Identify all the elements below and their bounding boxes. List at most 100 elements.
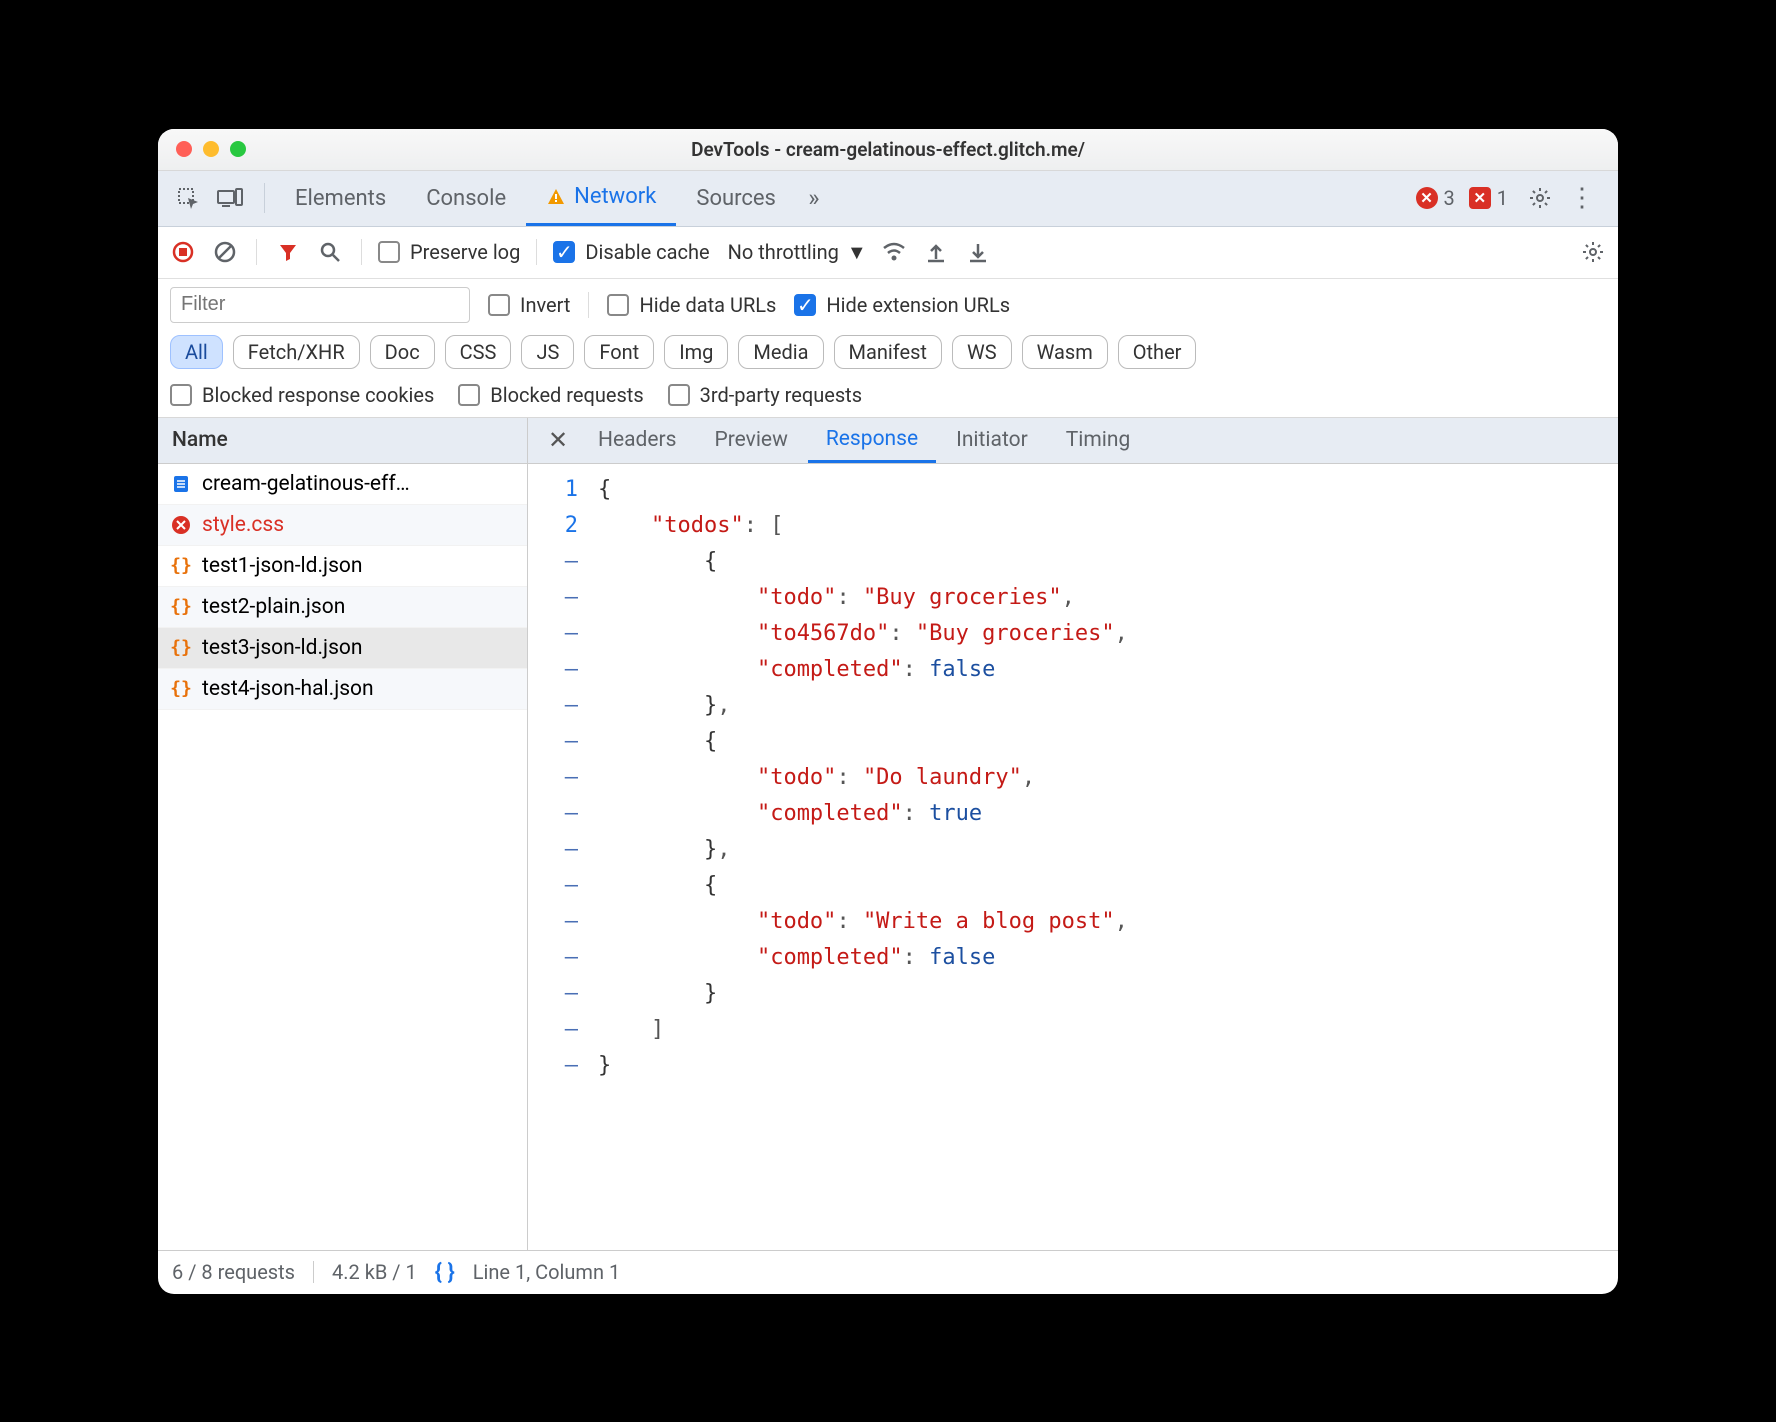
issue-icon: ✕ [1469,187,1491,209]
type-chip-img[interactable]: Img [664,335,728,369]
record-button[interactable] [168,241,198,263]
type-chip-all[interactable]: All [170,335,223,369]
tab-headers[interactable]: Headers [580,418,694,463]
blocked-requests-checkbox[interactable] [458,384,480,406]
window-close-button[interactable] [176,141,192,157]
close-detail-button[interactable]: ✕ [538,426,578,454]
traffic-lights [176,141,246,157]
hide-data-label: Hide data URLs [639,293,776,317]
disable-cache-option[interactable]: ✓ Disable cache [553,240,709,264]
invert-checkbox[interactable] [488,294,510,316]
issues-count: 1 [1497,186,1508,210]
network-conditions-icon[interactable] [879,242,909,262]
request-row[interactable]: style.css [158,505,527,546]
hide-ext-checkbox[interactable]: ✓ [794,294,816,316]
disable-cache-checkbox[interactable]: ✓ [553,241,575,263]
tab-elements-label: Elements [295,186,386,211]
divider [264,183,265,213]
download-har-icon[interactable] [963,241,993,263]
type-chip-js[interactable]: JS [521,335,574,369]
type-chip-media[interactable]: Media [738,335,823,369]
main-tabstrip: Elements Console Network Sources » ✕ 3 ✕… [158,171,1618,227]
filter-input[interactable] [170,287,470,323]
request-row[interactable]: {}test3-json-ld.json [158,628,527,669]
name-column-header[interactable]: Name [158,418,527,464]
preserve-log-label: Preserve log [410,240,520,264]
request-row[interactable]: {}test4-json-hal.json [158,669,527,710]
type-chip-css[interactable]: CSS [445,335,512,369]
settings-icon[interactable] [1522,180,1558,216]
type-chip-doc[interactable]: Doc [370,335,435,369]
tab-response[interactable]: Response [808,418,936,463]
errors-badge[interactable]: ✕ 3 [1416,186,1455,210]
window-maximize-button[interactable] [230,141,246,157]
blocked-cookies-option[interactable]: Blocked response cookies [170,383,434,407]
content-panes: Name cream-gelatinous-eff… style.css {}tes… [158,418,1618,1250]
type-chip-other[interactable]: Other [1118,335,1197,369]
pretty-print-icon[interactable]: { } [435,1260,455,1285]
preserve-log-checkbox[interactable] [378,241,400,263]
blocked-requests-option[interactable]: Blocked requests [458,383,643,407]
more-tabs-icon[interactable]: » [796,180,832,216]
inspect-icon[interactable] [170,180,206,216]
request-name: test2-plain.json [202,595,345,619]
tab-network[interactable]: Network [526,171,676,226]
status-requests: 6 / 8 requests [172,1260,295,1284]
hide-ext-label: Hide extension URLs [826,293,1010,317]
request-name: style.css [202,513,284,537]
warning-icon [546,187,566,207]
third-party-option[interactable]: 3rd-party requests [668,383,862,407]
preserve-log-option[interactable]: Preserve log [378,240,520,264]
tab-sources[interactable]: Sources [676,171,796,226]
blocked-cookies-checkbox[interactable] [170,384,192,406]
device-toggle-icon[interactable] [212,180,248,216]
type-chip-manifest[interactable]: Manifest [834,335,942,369]
blocked-requests-label: Blocked requests [490,383,643,407]
network-toolbar: Preserve log ✓ Disable cache No throttli… [158,227,1618,279]
tab-timing[interactable]: Timing [1048,418,1149,463]
hide-data-checkbox[interactable] [607,294,629,316]
tab-elements[interactable]: Elements [275,171,406,226]
hide-ext-urls-option[interactable]: ✓ Hide extension URLs [794,293,1010,317]
panel-settings-icon[interactable] [1578,240,1608,264]
throttling-label: No throttling [728,240,839,264]
detail-tabstrip: ✕ Headers Preview Response Initiator Tim… [528,418,1618,464]
hide-data-urls-option[interactable]: Hide data URLs [607,293,776,317]
request-row[interactable]: cream-gelatinous-eff… [158,464,527,505]
filter-icon[interactable] [273,242,303,262]
error-icon: ✕ [1416,187,1438,209]
search-icon[interactable] [315,241,345,263]
response-body[interactable]: 12––––––––––––––– { "todos": [ { "todo":… [528,464,1618,1250]
tab-initiator[interactable]: Initiator [938,418,1046,463]
tab-preview[interactable]: Preview [696,418,805,463]
file-type-icon [170,515,192,535]
request-name: test3-json-ld.json [202,636,362,660]
code-content: { "todos": [ { "todo": "Buy groceries", … [588,464,1128,1250]
throttling-select[interactable]: No throttling ▼ [728,240,867,265]
type-chip-ws[interactable]: WS [952,335,1012,369]
tab-console[interactable]: Console [406,171,526,226]
type-chip-wasm[interactable]: Wasm [1022,335,1108,369]
clear-button[interactable] [210,241,240,263]
request-row[interactable]: {}test2-plain.json [158,587,527,628]
type-filter-row: All Fetch/XHR Doc CSS JS Font Img Media Manifest… [158,331,1618,379]
type-chip-fetchxhr[interactable]: Fetch/XHR [233,335,360,369]
disable-cache-label: Disable cache [585,240,709,264]
status-bar: 6 / 8 requests 4.2 kB / 1 { } Line 1, Co… [158,1250,1618,1294]
third-party-checkbox[interactable] [668,384,690,406]
kebab-menu-icon[interactable]: ⋮ [1564,180,1600,216]
request-name: cream-gelatinous-eff… [202,472,410,496]
request-name: test1-json-ld.json [202,554,362,578]
blocked-cookies-label: Blocked response cookies [202,383,434,407]
issues-badge[interactable]: ✕ 1 [1469,186,1508,210]
titlebar: DevTools - cream-gelatinous-effect.glitc… [158,129,1618,171]
status-cursor: Line 1, Column 1 [473,1260,620,1284]
window-title: DevTools - cream-gelatinous-effect.glitc… [158,138,1618,161]
invert-option[interactable]: Invert [488,293,570,317]
type-chip-font[interactable]: Font [584,335,654,369]
window-minimize-button[interactable] [203,141,219,157]
request-row[interactable]: {}test1-json-ld.json [158,546,527,587]
third-party-label: 3rd-party requests [700,383,862,407]
upload-har-icon[interactable] [921,241,951,263]
filter-row: Invert Hide data URLs ✓ Hide extension U… [158,279,1618,331]
